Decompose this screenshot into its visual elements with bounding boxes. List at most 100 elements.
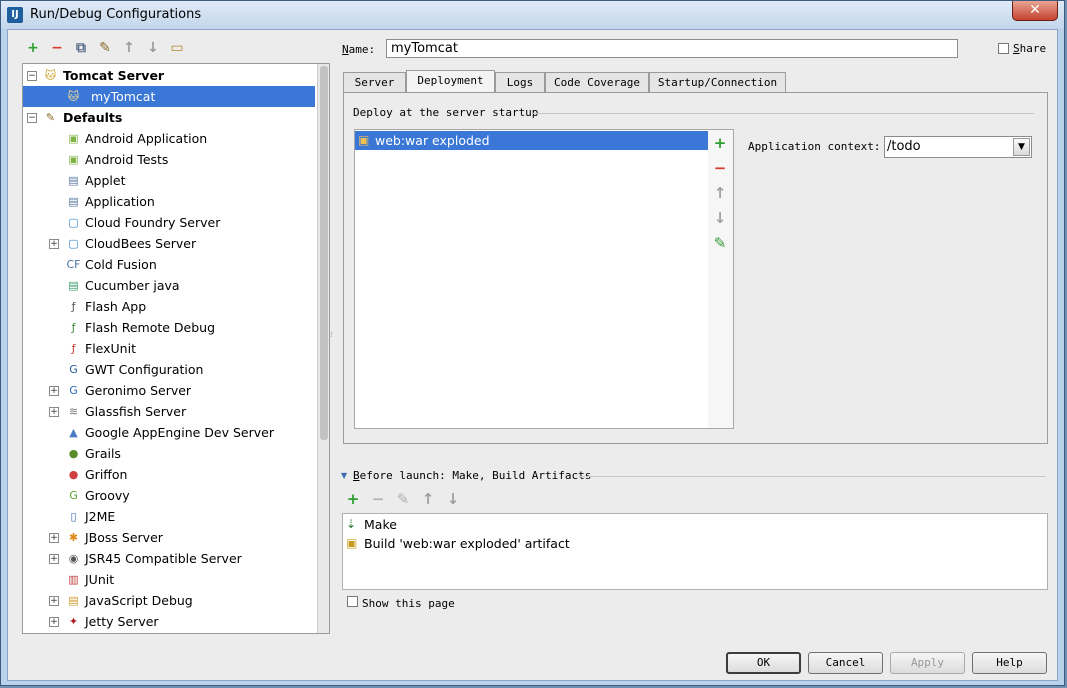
- tree-item[interactable]: + G Geronimo Server: [23, 380, 315, 401]
- tree-item-label: Android Tests: [85, 152, 169, 167]
- config-type-icon: 🐱: [44, 69, 57, 82]
- expand-icon[interactable]: +: [49, 533, 59, 543]
- tree-item[interactable]: ▣ Android Application: [23, 128, 315, 149]
- tree-item[interactable]: ▤ Application: [23, 191, 315, 212]
- tree-item[interactable]: ƒ FlexUnit: [23, 338, 315, 359]
- folder-button[interactable]: ▭: [168, 39, 186, 57]
- tree-item[interactable]: + ▢ CloudBees Server: [23, 233, 315, 254]
- edit-artifact-icon[interactable]: ✎: [711, 234, 729, 252]
- expand-icon[interactable]: +: [49, 596, 59, 606]
- tree-item[interactable]: ▢ Cloud Foundry Server: [23, 212, 315, 233]
- splitter-handle[interactable]: ⁞: [330, 330, 334, 344]
- tree-item[interactable]: ● Griffon: [23, 464, 315, 485]
- before-launch-title[interactable]: Before launch: Make, Build Artifacts: [353, 469, 591, 482]
- config-type-icon: ✎: [45, 111, 56, 124]
- tree-item[interactable]: ▤ Applet: [23, 170, 315, 191]
- tree-item-label: Glassfish Server: [85, 404, 187, 419]
- cancel-button[interactable]: Cancel: [808, 652, 883, 674]
- collapse-icon[interactable]: −: [27, 71, 37, 81]
- tree-item-label: Flash App: [85, 299, 147, 314]
- tree-item[interactable]: ▲ Google AppEngine Dev Server: [23, 422, 315, 443]
- move-up-button[interactable]: ↑: [120, 39, 138, 57]
- edit-defaults-button[interactable]: ✎: [96, 39, 114, 57]
- tree-item[interactable]: G GWT Configuration: [23, 359, 315, 380]
- tree-item[interactable]: ▣ Android Tests: [23, 149, 315, 170]
- tree-item[interactable]: 🐱 myTomcat: [23, 86, 315, 107]
- tree-scroll-thumb[interactable]: [320, 66, 328, 440]
- expand-icon[interactable]: +: [49, 407, 59, 417]
- launch-remove-icon[interactable]: −: [369, 490, 387, 508]
- add-config-button[interactable]: +: [24, 39, 42, 57]
- remove-config-button[interactable]: −: [48, 39, 66, 57]
- tree-item-label: JBoss Server: [85, 530, 163, 545]
- copy-config-button[interactable]: ⧉: [72, 39, 90, 57]
- tree-item-label: Google AppEngine Dev Server: [85, 425, 274, 440]
- tree-item[interactable]: ▤ Cucumber java: [23, 275, 315, 296]
- artifact-row[interactable]: ▣ web:war exploded: [355, 131, 708, 150]
- tab-server[interactable]: Server: [343, 72, 406, 93]
- context-combobox[interactable]: /todo ▼: [884, 136, 1032, 158]
- expand-icon[interactable]: +: [49, 617, 59, 627]
- tree-item-label: Cold Fusion: [85, 257, 157, 272]
- tree-item-label: JSR45 Compatible Server: [85, 551, 242, 566]
- share-checkbox[interactable]: [998, 43, 1009, 54]
- artifact-list[interactable]: ▣ web:war exploded: [354, 129, 709, 429]
- tree-item[interactable]: ● Grails: [23, 443, 315, 464]
- config-type-icon: ▤: [68, 195, 79, 208]
- expand-icon[interactable]: +: [49, 239, 59, 249]
- tree-item[interactable]: ▥ JUnit: [23, 569, 315, 590]
- config-type-icon: ▲: [69, 426, 78, 439]
- close-button[interactable]: ✕: [1012, 1, 1058, 21]
- tree-item-label: GWT Configuration: [85, 362, 204, 377]
- tree-item[interactable]: ƒ Flash Remote Debug: [23, 317, 315, 338]
- tab-deployment[interactable]: Deployment: [406, 70, 495, 93]
- tree-item-label: Application: [85, 194, 155, 209]
- tree-item[interactable]: − ✎ Defaults: [23, 107, 315, 128]
- tree-item[interactable]: + ▤ JavaScript Debug: [23, 590, 315, 611]
- launch-add-icon[interactable]: +: [344, 490, 362, 508]
- tree-item[interactable]: + ✦ Jetty Server: [23, 611, 315, 632]
- tab-code-coverage[interactable]: Code Coverage: [545, 72, 649, 93]
- show-page-checkbox[interactable]: [347, 596, 358, 607]
- artifact-up-icon[interactable]: ↑: [711, 184, 729, 202]
- config-type-icon: ƒ: [71, 342, 76, 355]
- tree-item[interactable]: + ≋ Glassfish Server: [23, 401, 315, 422]
- launch-down-icon[interactable]: ↓: [444, 490, 462, 508]
- tree-item[interactable]: + ✱ JBoss Server: [23, 527, 315, 548]
- artifact-toolbar: + − ↑ ↓ ✎: [708, 129, 734, 429]
- tree-item[interactable]: − 🐱 Tomcat Server: [23, 65, 315, 86]
- section-divider: [532, 113, 1034, 114]
- tree-item[interactable]: CF Cold Fusion: [23, 254, 315, 275]
- launch-edit-icon[interactable]: ✎: [394, 490, 412, 508]
- artifact-down-icon[interactable]: ↓: [711, 209, 729, 227]
- collapse-triangle-icon[interactable]: ▼: [341, 471, 347, 480]
- config-type-icon: ✦: [68, 615, 79, 628]
- expand-icon[interactable]: +: [49, 554, 59, 564]
- collapse-icon[interactable]: −: [27, 113, 37, 123]
- title-bar[interactable]: IJ Run/Debug Configurations ✕: [1, 1, 1064, 29]
- tree-item[interactable]: G Groovy: [23, 485, 315, 506]
- move-down-button[interactable]: ↓: [144, 39, 162, 57]
- chevron-down-icon[interactable]: ▼: [1013, 138, 1030, 156]
- before-launch-list[interactable]: ⇣ Make ▣ Build 'web:war exploded' artifact: [342, 513, 1048, 590]
- tree-item[interactable]: ƒ Flash App: [23, 296, 315, 317]
- add-artifact-icon[interactable]: +: [711, 134, 729, 152]
- tree-item-label: J2ME: [85, 509, 116, 524]
- remove-artifact-icon[interactable]: −: [711, 159, 729, 177]
- apply-button[interactable]: Apply: [890, 652, 965, 674]
- launch-up-icon[interactable]: ↑: [419, 490, 437, 508]
- help-button[interactable]: Help: [972, 652, 1047, 674]
- config-type-icon: ▢: [68, 216, 79, 229]
- name-label: Name:: [342, 43, 376, 56]
- config-type-icon: ▯: [70, 510, 77, 523]
- tab-startup-connection[interactable]: Startup/Connection: [649, 72, 786, 93]
- deployment-panel: Deploy at the server startup ▣ web:war ex…: [343, 92, 1048, 444]
- config-tree[interactable]: − 🐱 Tomcat Server 🐱 myTomcat − ✎ Defaults ▣ Andro…: [22, 63, 330, 634]
- tree-item[interactable]: ▯ J2ME: [23, 506, 315, 527]
- tab-logs[interactable]: Logs: [495, 72, 545, 93]
- expand-icon[interactable]: +: [49, 386, 59, 396]
- tree-item[interactable]: + ◉ JSR45 Compatible Server: [23, 548, 315, 569]
- tree-scrollbar[interactable]: [317, 64, 329, 633]
- name-input[interactable]: myTomcat: [386, 39, 958, 58]
- ok-button[interactable]: OK: [726, 652, 801, 674]
